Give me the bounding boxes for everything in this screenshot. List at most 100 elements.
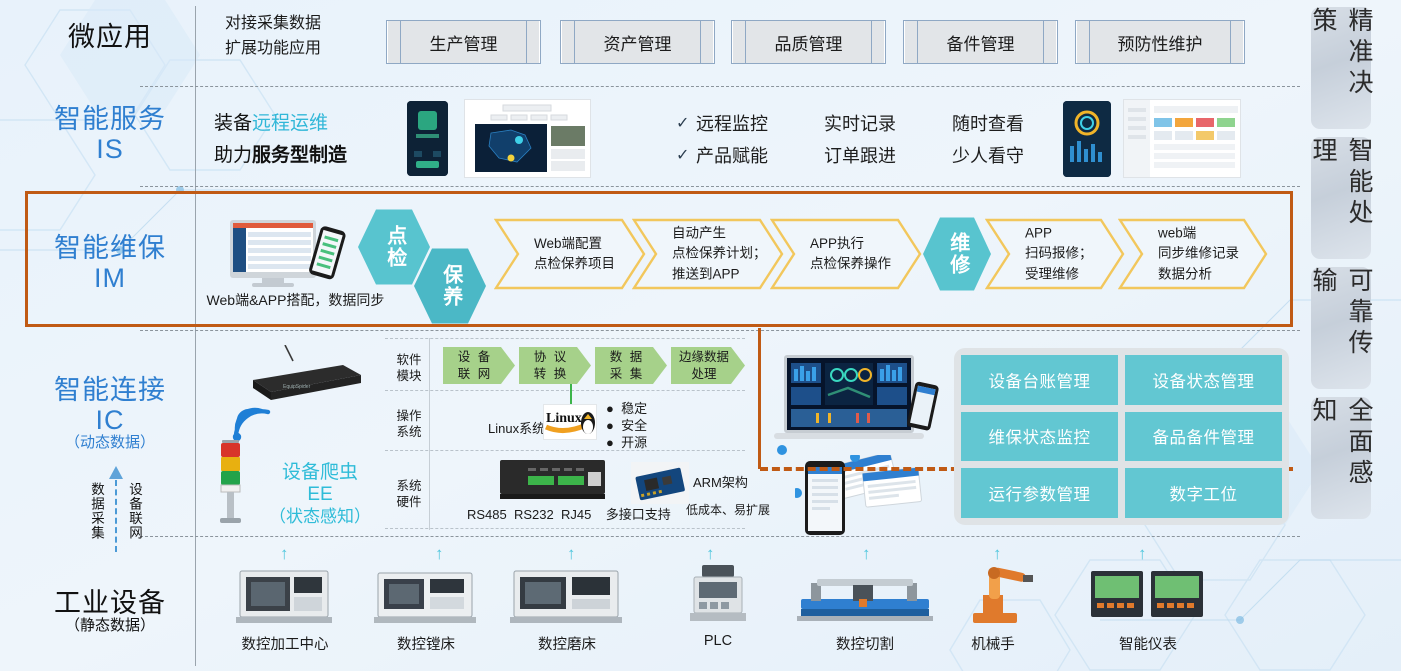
feature-tile-2[interactable]: 维保状态监控 — [961, 411, 1118, 462]
row-label-is: 智能服务 IS — [30, 104, 190, 164]
is-table-screenshot — [1123, 99, 1241, 178]
divider-im-ic — [140, 330, 1300, 331]
is-phone-screenshot — [407, 101, 448, 176]
device-6: 智能仪表 — [1083, 563, 1213, 654]
feature-tile-3[interactable]: 备品备件管理 — [1125, 411, 1282, 462]
feature-tile-label-0: 设备台账管理 — [988, 372, 1091, 391]
micro-app-button-0[interactable]: 生产管理 — [386, 20, 541, 64]
gateway-hardware-photo — [500, 458, 605, 500]
cnc-boring-machine-icon — [374, 572, 476, 623]
os-name: Linux系统 — [488, 421, 546, 436]
ic-decorative-dots — [777, 445, 787, 455]
im-step-3: APP 扫码报修； 受理维修 — [985, 218, 1125, 290]
hardware-ports-note: 多接口支持 — [605, 507, 671, 522]
device-uplink-arrow-0: ↑ — [280, 544, 289, 563]
check-icon: ✓ — [676, 147, 690, 164]
software-module-3: 边缘数据 处理 — [671, 347, 745, 384]
device-label-2: 数控磨床 — [538, 637, 596, 653]
device-uplink-arrow-3: ↑ — [706, 544, 715, 563]
divider-is-im — [140, 186, 1300, 187]
im-hex-maintenance-label: 保养 — [439, 264, 462, 308]
device-label-5: 机械手 — [971, 637, 1015, 653]
is-benefit-label-2: 随时查看 — [952, 114, 1024, 134]
device-label-4: 数控切割 — [836, 637, 894, 653]
is-benefit-3: ✓ 产品赋能 — [676, 142, 768, 168]
software-module-0: 设 备 联 网 — [443, 347, 515, 384]
feature-tile-5[interactable]: 数字工位 — [1125, 468, 1282, 518]
hardware-port-2: RJ45 — [560, 507, 592, 522]
micro-app-label-4: 预防性维护 — [1117, 34, 1203, 54]
row-label-is-title: 智能服务 — [54, 104, 166, 134]
data-flow-dashed-line — [115, 480, 117, 552]
software-module-label-3: 边缘数据 处理 — [678, 349, 729, 381]
linux-logo-icon: Linux — [543, 404, 597, 440]
micro-app-button-3[interactable]: 备件管理 — [903, 20, 1058, 64]
device-label-6: 智能仪表 — [1119, 637, 1177, 653]
row-label-is-code: IS — [96, 134, 124, 165]
check-icon: ✓ — [676, 115, 690, 132]
row-label-micro-app-title: 微应用 — [68, 22, 152, 52]
tech-row-label-hardware: 系统 硬件 — [396, 479, 422, 510]
micro-app-note-line2: 扩展功能应用 — [225, 39, 322, 57]
bullet-icon: ● — [606, 418, 614, 433]
device-uplink-arrow-4: ↑ — [862, 544, 871, 563]
feature-tile-label-1: 设备状态管理 — [1152, 372, 1255, 391]
divider-microapp-is — [140, 86, 1300, 87]
divider-ic-equipment — [140, 536, 1300, 537]
row-label-im-code: IM — [94, 263, 126, 294]
bullet-icon: ● — [606, 435, 614, 450]
svg-text:Linux: Linux — [546, 411, 582, 426]
ee-label: 设备爬虫 EE （状态感知） — [250, 462, 390, 527]
hardware-port-0: RS485 — [467, 507, 507, 522]
micro-app-note: 对接采集数据 扩展功能应用 — [225, 12, 375, 62]
is-benefit-label-4: 订单跟进 — [824, 146, 896, 166]
os-feature-label-2: 开源 — [621, 435, 648, 450]
software-module-2: 数 据 采 集 — [595, 347, 667, 384]
tech-row-label-os: 操作 系统 — [396, 409, 422, 440]
feature-tile-1[interactable]: 设备状态管理 — [1125, 355, 1282, 405]
wifi-icon — [232, 407, 271, 441]
im-caption: Web端&APP搭配，数据同步 — [206, 292, 385, 308]
micro-app-note-line1: 对接采集数据 — [225, 15, 322, 32]
software-module-label-2: 数 据 采 集 — [609, 349, 645, 381]
micro-app-button-2[interactable]: 品质管理 — [731, 20, 886, 64]
right-panel-label-1: 智能处理 — [1309, 137, 1373, 230]
right-panel-1: 智能处理 — [1309, 137, 1373, 259]
cnc-grinding-machine-icon — [510, 570, 622, 623]
im-step-0: Web端配置 点检保养项目 — [494, 218, 646, 290]
micro-app-label-1: 资产管理 — [603, 34, 672, 54]
ee-label-line1: 设备爬虫 — [281, 462, 358, 483]
row-label-ic-code: IC — [95, 405, 125, 436]
row-label-ic: 智能连接 IC （动态数据） — [30, 375, 190, 452]
ic-gateway-illustration: EquipSpider — [243, 345, 363, 410]
plc-icon — [690, 565, 746, 621]
is-tagline2-prefix: 助力 — [214, 145, 253, 167]
ic-vtext-network: 设备联网 — [127, 482, 142, 540]
software-module-label-0: 设 备 联 网 — [457, 349, 493, 381]
im-step-text-4: web端 同步维修记录 数据分析 — [1158, 225, 1239, 282]
row-label-im-title: 智能维保 — [54, 233, 166, 263]
arm-title: ARM架构 — [693, 475, 748, 490]
tower-light-icon — [220, 440, 241, 523]
is-benefit-2: 随时查看 — [952, 110, 1024, 136]
feature-tile-0[interactable]: 设备台账管理 — [961, 355, 1118, 405]
row-label-ic-title: 智能连接 — [54, 375, 166, 405]
device-uplink-arrow-1: ↑ — [435, 544, 444, 563]
is-benefit-5: 少人看守 — [952, 142, 1024, 168]
arm-note: 低成本、易扩展 — [686, 503, 771, 517]
ic-vtext-collect: 数据采集 — [89, 482, 104, 540]
is-tagline2-bold: 服务型制造 — [252, 145, 348, 167]
micro-app-button-4[interactable]: 预防性维护 — [1075, 20, 1245, 64]
im-step-text-2: APP执行 点检保养操作 — [810, 235, 891, 271]
row-label-equipment-sub: （静态数据） — [64, 617, 155, 635]
right-panel-2: 可靠传输 — [1309, 267, 1373, 389]
device-uplink-arrow-2: ↑ — [567, 544, 576, 563]
software-module-1: 协 议 转 换 — [519, 347, 591, 384]
right-panel-label-0: 精准决策 — [1309, 7, 1373, 100]
tech-row-label-software: 软件 模块 — [396, 353, 422, 384]
os-feature-label-0: 稳定 — [621, 401, 648, 416]
micro-app-button-1[interactable]: 资产管理 — [560, 20, 715, 64]
tech-table-row-divider-0 — [385, 338, 745, 339]
robot-arm-icon — [973, 567, 1033, 623]
feature-tile-4[interactable]: 运行参数管理 — [961, 468, 1118, 518]
